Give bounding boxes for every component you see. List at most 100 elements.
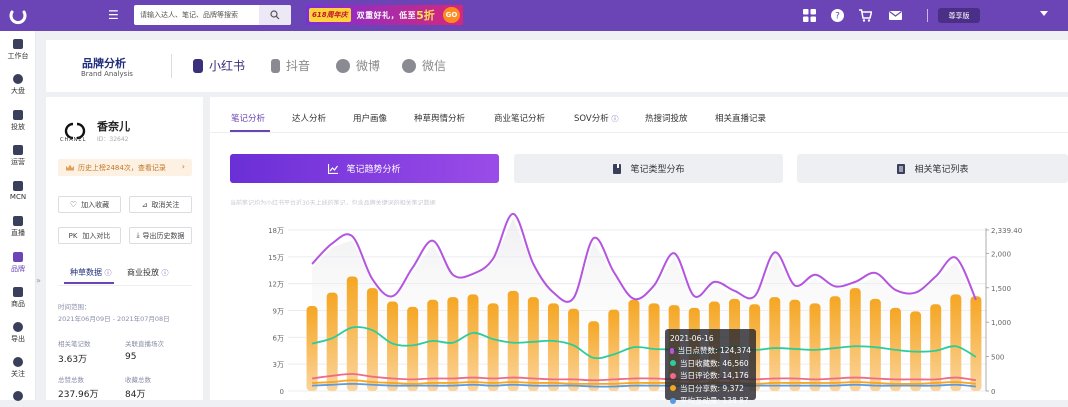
- tab-user-profile[interactable]: 用户画像: [353, 112, 387, 124]
- trend-analysis-button[interactable]: 笔记趋势分析: [230, 154, 499, 183]
- tooltip-row: 平均互动量: 138.87: [670, 395, 751, 407]
- tooltip-text: 当日收藏数: 46,560: [680, 358, 749, 369]
- tab-kol-analysis[interactable]: 达人分析: [292, 112, 326, 124]
- bar: [528, 297, 539, 391]
- tab-commercial[interactable]: 商业投放 ⓘ: [127, 267, 169, 278]
- sidebar-item-export[interactable]: 导出: [0, 322, 36, 344]
- sidebar-item-label: 商品: [11, 300, 25, 308]
- platform-tab-xiaohongshu[interactable]: 小红书: [193, 57, 245, 74]
- platform-tab-wechat[interactable]: 微信: [402, 57, 446, 74]
- help-icon[interactable]: ?: [831, 9, 844, 22]
- sidebar-item-operation[interactable]: 运营: [0, 145, 36, 167]
- chart-small-icon: ⊿: [142, 201, 148, 209]
- y-right-tick-label: 2,000: [991, 250, 1011, 258]
- eye-icon: [13, 357, 23, 367]
- line-chart-icon: [328, 164, 338, 174]
- sidebar-collapse-icon[interactable]: »: [36, 276, 41, 285]
- tooltip-row: 当日评论数: 14,176: [670, 370, 751, 383]
- tab-indicator: [64, 282, 114, 284]
- search-input[interactable]: [134, 6, 256, 24]
- live-icon: [13, 216, 23, 226]
- platform-tab-weibo[interactable]: 微博: [336, 57, 380, 74]
- note-icon: [612, 164, 622, 174]
- download-icon: ⤓: [136, 231, 139, 240]
- info-icon: ⓘ: [105, 269, 112, 277]
- search-button[interactable]: [259, 5, 291, 25]
- sidebar-item-label: 直播: [11, 229, 25, 237]
- sidebar-item-brand[interactable]: 品牌: [0, 252, 36, 274]
- top-bar: ☰ 618周年庆 双重好礼，低至 5折 GO ? 尊享版: [0, 0, 1068, 31]
- promo-tag: 618周年庆: [309, 8, 351, 22]
- apps-icon[interactable]: [803, 9, 816, 22]
- promo-banner[interactable]: 618周年庆 双重好礼，低至 5折 GO: [306, 5, 463, 25]
- tab-note-analysis[interactable]: 笔记分析: [231, 112, 265, 124]
- sidebar-item-label: 投放: [11, 123, 25, 131]
- y-right-tick-label: 2,339.40: [991, 227, 1022, 235]
- promo-go-button[interactable]: GO: [443, 7, 460, 23]
- sidebar-item-follow[interactable]: 关注: [0, 357, 36, 379]
- legend-dot: [670, 398, 676, 404]
- add-compare-button[interactable]: PK加入对比: [58, 227, 121, 244]
- chart-tooltip: 2021-06-16 当日点赞数: 124,374 当日收藏数: 46,560 …: [665, 329, 756, 400]
- tab-commercial-notes[interactable]: 商业笔记分析: [494, 112, 545, 124]
- sidebar-item-workbench[interactable]: 工作台: [0, 39, 36, 61]
- stat-value: 237.96万: [58, 387, 99, 400]
- stat-label: 相关笔记数: [58, 338, 91, 348]
- brand-header: 品牌分析 Brand Analysis 小红书 抖音 微博 微信: [46, 40, 1068, 92]
- sidebar-item-launch[interactable]: 投放: [0, 110, 36, 132]
- divider: [58, 285, 192, 286]
- bar: [810, 303, 821, 391]
- bar: [468, 294, 479, 391]
- sidebar-item-live[interactable]: 直播: [0, 216, 36, 238]
- sidebar-item-more[interactable]: [0, 391, 36, 403]
- launch-icon: [13, 110, 23, 120]
- brand-id: ID：32642: [97, 134, 128, 143]
- tab-live-records[interactable]: 相关直播记录: [715, 112, 766, 124]
- list-icon: [896, 164, 906, 174]
- button-label: 加入收藏: [81, 200, 109, 210]
- y-left-tick-label: 18万: [268, 227, 284, 235]
- tab-sentiment[interactable]: 种草舆情分析: [414, 112, 465, 124]
- sidebar-item-label: 关注: [11, 370, 25, 378]
- trend-chart: 当前笔记均为小红书平台近30天上线的笔记，包含品牌关键词的相关笔记数据 03万6…: [210, 200, 1068, 400]
- mail-icon[interactable]: [889, 9, 902, 22]
- history-link[interactable]: 历史上榜2484次，查看记录 ›: [58, 159, 192, 176]
- tooltip-date: 2021-06-16: [670, 332, 751, 345]
- menu-toggle-icon[interactable]: ☰: [108, 9, 120, 21]
- tab-label: SOV分析: [574, 114, 609, 124]
- goods-icon: [13, 287, 23, 297]
- platform-label: 小红书: [209, 57, 245, 74]
- logo-icon[interactable]: [8, 6, 28, 26]
- tab-seeding-data[interactable]: 种草数据 ⓘ: [70, 267, 112, 278]
- cart-icon[interactable]: [859, 9, 872, 22]
- add-favorite-button[interactable]: ♡加入收藏: [58, 196, 121, 213]
- bar: [970, 296, 981, 391]
- brand-icon: [13, 252, 23, 262]
- platform-tab-douyin[interactable]: 抖音: [271, 57, 310, 74]
- book-icon: [193, 59, 203, 73]
- legend-dot: [670, 348, 674, 354]
- export-history-button[interactable]: ⤓导出历史数据: [129, 227, 192, 244]
- tooltip-row: 当日点赞数: 124,374: [670, 345, 751, 358]
- unfollow-button[interactable]: ⊿取消关注: [129, 196, 192, 213]
- chevron-down-icon[interactable]: [1040, 11, 1048, 16]
- sidebar-item-mcn[interactable]: MCN: [0, 181, 36, 201]
- note-list-button[interactable]: 相关笔记列表: [797, 154, 1068, 183]
- bar: [850, 288, 861, 391]
- tab-sov[interactable]: SOV分析 ⓘ: [574, 112, 618, 124]
- button-label: 取消关注: [151, 200, 179, 210]
- y-left-tick-label: 6万: [273, 334, 284, 342]
- y-left-tick-label: 9万: [273, 308, 284, 316]
- type-distribution-button[interactable]: 笔记类型分布: [514, 154, 783, 183]
- page-title: 品牌分析: [82, 55, 126, 71]
- bar: [769, 297, 780, 391]
- tab-hot-search[interactable]: 热搜词投放: [645, 112, 688, 124]
- y-right-tick-label: 1,000: [991, 319, 1011, 327]
- platform-label: 微博: [356, 57, 380, 74]
- topbar-divider: [927, 9, 928, 22]
- promo-discount: 5折: [416, 7, 435, 23]
- membership-badge[interactable]: 尊享版: [938, 8, 980, 23]
- sidebar-item-market[interactable]: 大盘: [0, 74, 36, 96]
- dashboard-icon: [13, 39, 23, 49]
- sidebar-item-goods[interactable]: 商品: [0, 287, 36, 309]
